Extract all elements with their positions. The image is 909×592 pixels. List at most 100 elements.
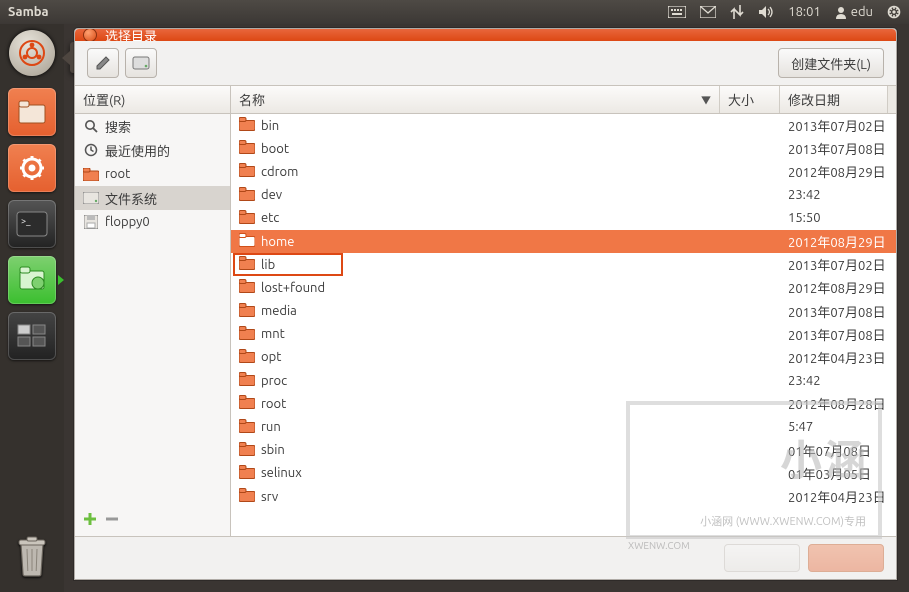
table-row[interactable]: run5:47 xyxy=(231,415,896,438)
cancel-button[interactable] xyxy=(724,544,800,572)
file-name: opt xyxy=(261,350,281,364)
table-row[interactable]: dev23:42 xyxy=(231,184,896,207)
folder-icon xyxy=(239,210,255,227)
table-row[interactable]: proc 23:42 xyxy=(231,369,896,392)
column-name[interactable]: 名称▼ xyxy=(231,86,720,113)
clock[interactable]: 18:01 xyxy=(788,5,821,19)
table-row[interactable]: mnt2013年07月08日 xyxy=(231,323,896,346)
file-date: 01年03月05日 xyxy=(780,464,896,483)
remove-bookmark-icon[interactable] xyxy=(105,512,119,530)
file-date: 2012年08月29日 xyxy=(780,162,896,181)
file-name: dev xyxy=(261,188,282,202)
file-name: boot xyxy=(261,142,289,156)
sound-icon[interactable] xyxy=(758,5,774,19)
table-row[interactable]: lib2013年07月02日 xyxy=(231,253,896,276)
file-list: 名称▼ 大小 修改日期 bin2013年07月02日 boot 2013年07月08… xyxy=(231,86,896,536)
sidebar-item-文件系统[interactable]: 文件系统 xyxy=(75,186,230,210)
file-name: bin xyxy=(261,119,279,133)
file-date: 2012年08月29日 xyxy=(780,232,896,251)
table-row[interactable]: media 2013年07月08日 xyxy=(231,300,896,323)
app-title: Samba xyxy=(8,5,49,19)
open-button[interactable] xyxy=(808,544,884,572)
table-row[interactable]: cdrom 2012年08月29日 xyxy=(231,160,896,183)
table-row[interactable]: srv2012年04月23日 xyxy=(231,485,896,508)
launcher-nautilus[interactable] xyxy=(8,88,56,136)
search-icon xyxy=(83,118,99,134)
file-name: srv xyxy=(261,490,278,504)
table-row[interactable]: selinux 01年03月05日 xyxy=(231,462,896,485)
file-name: lib xyxy=(261,258,275,272)
column-size[interactable]: 大小 xyxy=(720,86,780,113)
file-name: selinux xyxy=(261,466,302,480)
folder-icon xyxy=(239,349,255,366)
launcher-trash[interactable] xyxy=(13,534,51,582)
dash-home-button[interactable] xyxy=(9,30,55,76)
file-name: cdrom xyxy=(261,165,298,179)
folder-icon xyxy=(239,372,255,389)
file-name: proc xyxy=(261,374,287,388)
table-row[interactable]: bin2013年07月02日 xyxy=(231,114,896,137)
file-name: mnt xyxy=(261,327,285,341)
file-name: sbin xyxy=(261,443,285,457)
file-date: 2012年08月29日 xyxy=(780,278,896,297)
edit-path-button[interactable] xyxy=(87,48,119,78)
add-bookmark-icon[interactable] xyxy=(83,512,97,530)
file-date: 5:47 xyxy=(780,420,896,434)
table-row[interactable]: opt 2012年04月23日 xyxy=(231,346,896,369)
launcher-samba[interactable] xyxy=(8,256,56,304)
drive-icon xyxy=(83,190,99,206)
file-date: 2013年07月08日 xyxy=(780,139,896,158)
file-date: 2013年07月08日 xyxy=(780,302,896,321)
file-name: lost+found xyxy=(261,281,325,295)
mail-icon[interactable] xyxy=(700,6,716,18)
sidebar-item-label: 最近使用的 xyxy=(105,141,170,160)
dialog-toolbar: 创建文件夹(L) xyxy=(75,41,896,85)
launcher-terminal[interactable]: >_ xyxy=(8,200,56,248)
file-date: 01年07月08日 xyxy=(780,441,896,460)
table-row[interactable]: lost+found 2012年08月29日 xyxy=(231,276,896,299)
close-icon[interactable] xyxy=(83,29,97,41)
sidebar-item-label: 搜索 xyxy=(105,117,131,136)
sidebar-item-label: root xyxy=(105,167,130,181)
column-date[interactable]: 修改日期 xyxy=(780,86,888,113)
sidebar-item-搜索[interactable]: 搜索 xyxy=(75,114,230,138)
user-menu[interactable]: edu xyxy=(835,5,873,19)
keyboard-icon[interactable] xyxy=(668,6,686,18)
folder-icon xyxy=(239,303,255,320)
create-folder-button[interactable]: 创建文件夹(L) xyxy=(778,48,884,78)
folder-icon xyxy=(239,279,255,296)
sidebar-footer xyxy=(75,506,230,536)
file-date: 2012年08月28日 xyxy=(780,394,896,413)
folder-icon xyxy=(239,395,255,412)
folder-icon xyxy=(239,233,255,250)
recent-icon xyxy=(83,142,99,158)
sidebar-item-floppy0[interactable]: floppy0 xyxy=(75,210,230,234)
sidebar-item-root[interactable]: root xyxy=(75,162,230,186)
top-panel: Samba 18:01 edu xyxy=(0,0,909,24)
table-row[interactable]: home2012年08月29日 xyxy=(231,230,896,253)
folder-orange-icon xyxy=(83,166,99,182)
file-date: 15:50 xyxy=(780,211,896,225)
table-row[interactable]: sbin 01年07月08日 xyxy=(231,439,896,462)
folder-chooser-dialog: 选择目录 创建文件夹(L) 位置(R) 搜索最近使用的root文件系统flopp… xyxy=(74,28,897,580)
file-date: 23:42 xyxy=(780,374,896,388)
drive-button[interactable] xyxy=(125,48,157,78)
column-headers: 名称▼ 大小 修改日期 xyxy=(231,86,896,114)
sidebar-item-最近使用的[interactable]: 最近使用的 xyxy=(75,138,230,162)
network-icon[interactable] xyxy=(730,5,744,19)
folder-icon xyxy=(239,163,255,180)
launcher-settings[interactable] xyxy=(8,144,56,192)
file-name: media xyxy=(261,304,297,318)
file-name: etc xyxy=(261,211,279,225)
table-row[interactable]: boot 2013年07月08日 xyxy=(231,137,896,160)
table-row[interactable]: root2012年08月28日 xyxy=(231,392,896,415)
svg-text:>_: >_ xyxy=(21,216,31,226)
table-row[interactable]: etc 15:50 xyxy=(231,207,896,230)
folder-icon xyxy=(239,442,255,459)
file-date: 2012年04月23日 xyxy=(780,348,896,367)
sidebar-item-label: floppy0 xyxy=(105,215,150,229)
power-icon[interactable] xyxy=(887,5,901,19)
launcher-workspace-switcher[interactable] xyxy=(8,312,56,360)
dialog-titlebar[interactable]: 选择目录 xyxy=(75,29,896,41)
folder-icon xyxy=(239,465,255,482)
